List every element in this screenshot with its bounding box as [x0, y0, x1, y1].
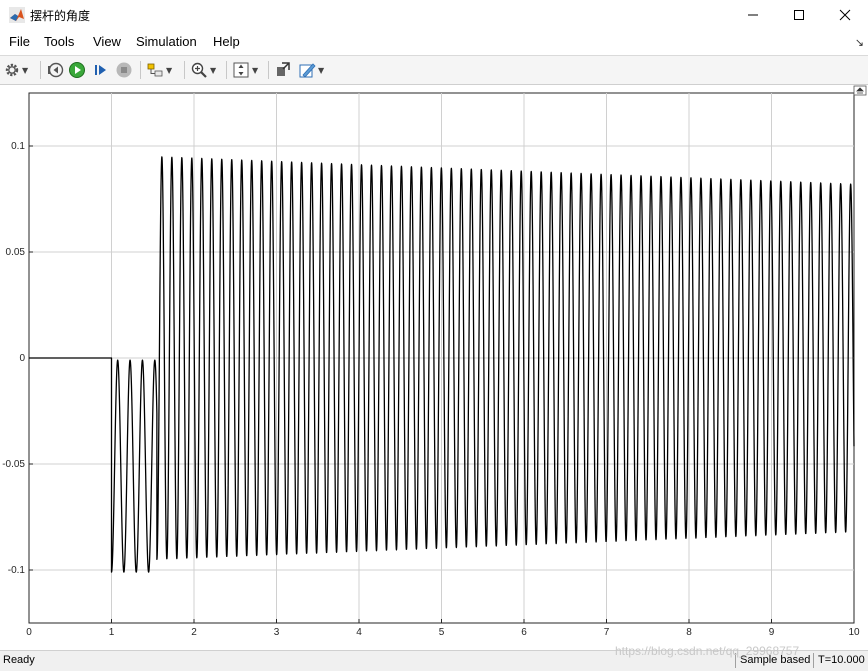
chevron-down-icon[interactable]: ▼ [318, 66, 324, 75]
window-title: 摆杆的角度 [30, 9, 91, 23]
menu-simulation[interactable]: Simulation [136, 34, 197, 49]
signal-selector-icon [277, 62, 290, 76]
toolbar-divider [268, 61, 269, 79]
configuration-button[interactable]: ▼ [4, 60, 28, 80]
x-tick-label: 6 [521, 627, 527, 638]
x-tick-label: 0 [26, 627, 32, 638]
toolbar-divider [40, 61, 41, 79]
x-tick-label: 2 [191, 627, 197, 638]
x-tick-label: 9 [769, 627, 775, 638]
minimize-icon [748, 14, 758, 16]
chevron-down-icon[interactable]: ▼ [252, 66, 258, 75]
gear-icon [5, 63, 19, 77]
status-sim-time: T=10.000 [813, 653, 865, 668]
x-tick-label: 4 [356, 627, 362, 638]
status-ready: Ready [3, 654, 35, 666]
chevron-down-icon[interactable]: ▼ [210, 66, 216, 75]
y-tick-label: -0.1 [8, 565, 26, 576]
toolbar: ▼ ▼ ▼ ▼ ▼ [0, 56, 868, 85]
menu-tools[interactable]: Tools [44, 34, 74, 49]
close-icon [839, 9, 851, 21]
toolbar-divider [226, 61, 227, 79]
step-back-button[interactable] [46, 60, 64, 80]
autoscale-icon [233, 62, 249, 78]
step-back-icon [48, 62, 64, 78]
matlab-app-icon [9, 7, 25, 23]
run-button[interactable] [68, 60, 86, 80]
chevron-down-icon[interactable]: ▼ [22, 66, 28, 75]
x-tick-label: 3 [274, 627, 280, 638]
x-tick-label: 10 [848, 627, 860, 638]
step-forward-icon [95, 65, 106, 75]
y-tick-label: 0.1 [11, 141, 25, 152]
minimize-button[interactable] [730, 0, 776, 30]
x-tick-label: 1 [109, 627, 115, 638]
zoom-in-icon [191, 62, 207, 78]
stop-icon [116, 62, 132, 78]
maximize-icon [794, 10, 804, 20]
toolbar-divider [184, 61, 185, 79]
menu-help[interactable]: Help [213, 34, 240, 49]
highlight-block-button[interactable]: ▼ [146, 60, 172, 80]
autoscale-button[interactable]: ▼ [232, 60, 258, 80]
scope-display: 0 1 2 3 4 5 6 7 8 9 10 -0.1 -0.05 0 0.05 0.1 [0, 85, 868, 650]
style-icon [299, 63, 316, 78]
y-tick-label: -0.05 [2, 459, 25, 470]
chevron-down-icon[interactable]: ▼ [166, 66, 172, 75]
x-tick-label: 7 [604, 627, 610, 638]
menu-file[interactable]: File [9, 34, 30, 49]
zoom-button[interactable]: ▼ [190, 60, 216, 80]
undock-arrow-icon[interactable]: ↘ [855, 36, 864, 49]
watermark: https://blog.csdn.net/qq_29968757 [615, 644, 800, 658]
style-button[interactable]: ▼ [298, 60, 324, 80]
y-tick-label: 0.05 [6, 247, 26, 258]
step-forward-button[interactable] [92, 60, 110, 80]
stop-button[interactable] [115, 60, 133, 80]
menu-view[interactable]: View [93, 34, 121, 49]
toolbar-divider [140, 61, 141, 79]
close-button[interactable] [822, 0, 868, 30]
y-tick-label: 0 [19, 353, 25, 364]
scope-plot[interactable]: 0 1 2 3 4 5 6 7 8 9 10 -0.1 -0.05 0 0.05 0.1 [0, 85, 868, 650]
x-tick-label: 8 [686, 627, 692, 638]
run-icon [69, 62, 85, 78]
maximize-button[interactable] [776, 0, 822, 30]
signal-selector-button[interactable] [274, 60, 292, 80]
menu-bar: File Tools View Simulation Help [0, 30, 868, 56]
highlight-block-icon [147, 63, 163, 77]
title-bar: 摆杆的角度 [0, 0, 868, 30]
x-tick-label: 5 [439, 627, 445, 638]
